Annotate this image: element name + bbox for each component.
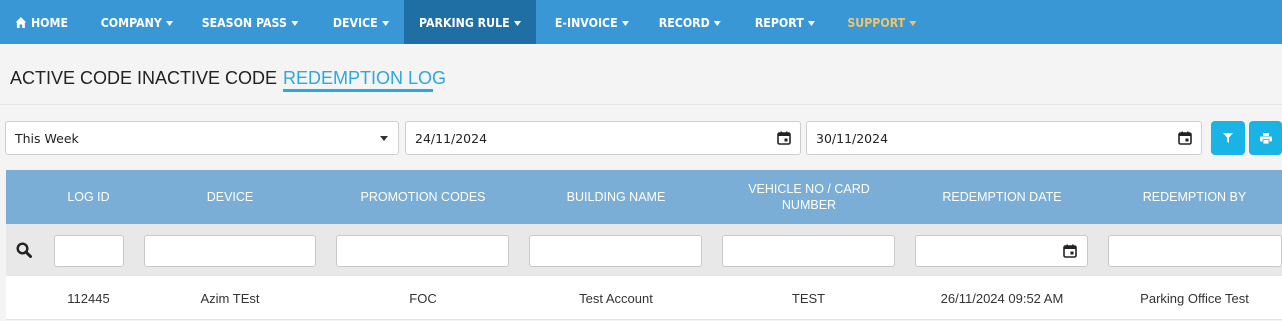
period-select-value: This Week: [15, 130, 79, 146]
nav-e-invoice[interactable]: E-INVOICE: [554, 0, 630, 44]
cell-redemption-date: 26/11/2024 09:52 AM: [940, 290, 1064, 306]
column-search-row: [6, 224, 1282, 276]
nav-company[interactable]: COMPANY: [100, 0, 174, 44]
header-device[interactable]: DEVICE: [146, 170, 314, 224]
calendar-icon[interactable]: [1063, 244, 1077, 258]
nav-season-pass[interactable]: SEASON PASS: [202, 0, 299, 44]
search-device-input[interactable]: [144, 235, 316, 267]
print-icon: [1259, 132, 1272, 144]
chevron-down-icon: [714, 20, 722, 26]
nav-season-pass-label: SEASON PASS: [201, 14, 287, 30]
nav-parking-rule[interactable]: PARKING RULE: [404, 0, 536, 44]
date-to-value: 30/11/2024: [816, 130, 889, 146]
cell-vehicle-no: TEST: [791, 290, 826, 306]
chevron-down-icon: [622, 20, 630, 26]
search-icon: [16, 242, 32, 258]
nav-support[interactable]: SUPPORT: [847, 0, 917, 44]
chevron-down-icon: [808, 20, 816, 26]
nav-company-label: COMPANY: [100, 14, 162, 30]
filter-button[interactable]: [1211, 121, 1245, 155]
nav-device-label: DEVICE: [332, 14, 378, 30]
tab-active-code[interactable]: ACTIVE CODE: [10, 68, 132, 89]
nav-home-label: HOME: [30, 14, 68, 30]
table-header: LOG ID DEVICE PROMOTION CODES BUILDING N…: [6, 170, 1282, 224]
chevron-down-icon: [380, 136, 388, 141]
calendar-icon[interactable]: [1178, 131, 1192, 145]
active-tab-indicator: [283, 89, 433, 92]
cell-redemption-by: Parking Office Test: [1140, 290, 1249, 306]
chevron-down-icon: [166, 20, 174, 26]
chevron-down-icon: [382, 20, 390, 26]
nav-parking-rule-label: PARKING RULE: [418, 14, 510, 30]
chevron-down-icon: [909, 20, 917, 26]
search-vehicle-no-input[interactable]: [722, 235, 895, 267]
search-redemption-date-input[interactable]: [915, 235, 1088, 267]
tabs-bar: ACTIVE CODE INACTIVE CODE REDEMPTION LOG: [0, 44, 1282, 104]
date-from-value: 24/11/2024: [415, 130, 488, 146]
header-redemption-date[interactable]: REDEMPTION DATE: [914, 170, 1090, 224]
nav-record-label: RECORD: [658, 14, 710, 30]
cell-device: Azim TEst: [200, 290, 260, 306]
date-to-input[interactable]: 30/11/2024: [806, 121, 1202, 155]
tab-redemption-log[interactable]: REDEMPTION LOG: [283, 68, 446, 89]
nav-home[interactable]: HOME: [12, 0, 72, 44]
nav-device[interactable]: DEVICE: [330, 0, 392, 44]
header-vehicle-no[interactable]: VEHICLE NO / CARD NUMBER: [744, 170, 874, 224]
nav-report-label: REPORT: [754, 14, 804, 30]
tab-inactive-code[interactable]: INACTIVE CODE: [137, 68, 277, 89]
print-button[interactable]: [1249, 121, 1282, 155]
search-building-name-input[interactable]: [529, 235, 702, 267]
header-promotion-codes[interactable]: PROMOTION CODES: [335, 170, 511, 224]
table-row[interactable]: 112445 Azim TEst FOC Test Account TEST 2…: [6, 276, 1282, 320]
search-log-id-input[interactable]: [54, 235, 124, 267]
search-promotion-codes-input[interactable]: [336, 235, 509, 267]
nav-support-label: SUPPORT: [847, 14, 906, 30]
header-redemption-by[interactable]: REDEMPTION BY: [1107, 170, 1282, 224]
header-building-name[interactable]: BUILDING NAME: [528, 170, 704, 224]
top-navbar: HOME COMPANY SEASON PASS DEVICE PARKING …: [0, 0, 1282, 44]
nav-record[interactable]: RECORD: [658, 0, 722, 44]
filter-icon: [1223, 133, 1233, 143]
search-redemption-by-input[interactable]: [1108, 235, 1282, 267]
home-icon: [15, 16, 27, 28]
cell-building-name: Test Account: [579, 290, 653, 306]
nav-report[interactable]: REPORT: [754, 0, 816, 44]
chevron-down-icon: [513, 20, 522, 26]
chevron-down-icon: [291, 20, 299, 26]
date-from-input[interactable]: 24/11/2024: [405, 121, 801, 155]
nav-e-invoice-label: E-INVOICE: [554, 14, 618, 30]
period-select[interactable]: This Week: [5, 121, 399, 155]
calendar-icon[interactable]: [777, 131, 791, 145]
cell-promotion-codes: FOC: [409, 290, 437, 306]
